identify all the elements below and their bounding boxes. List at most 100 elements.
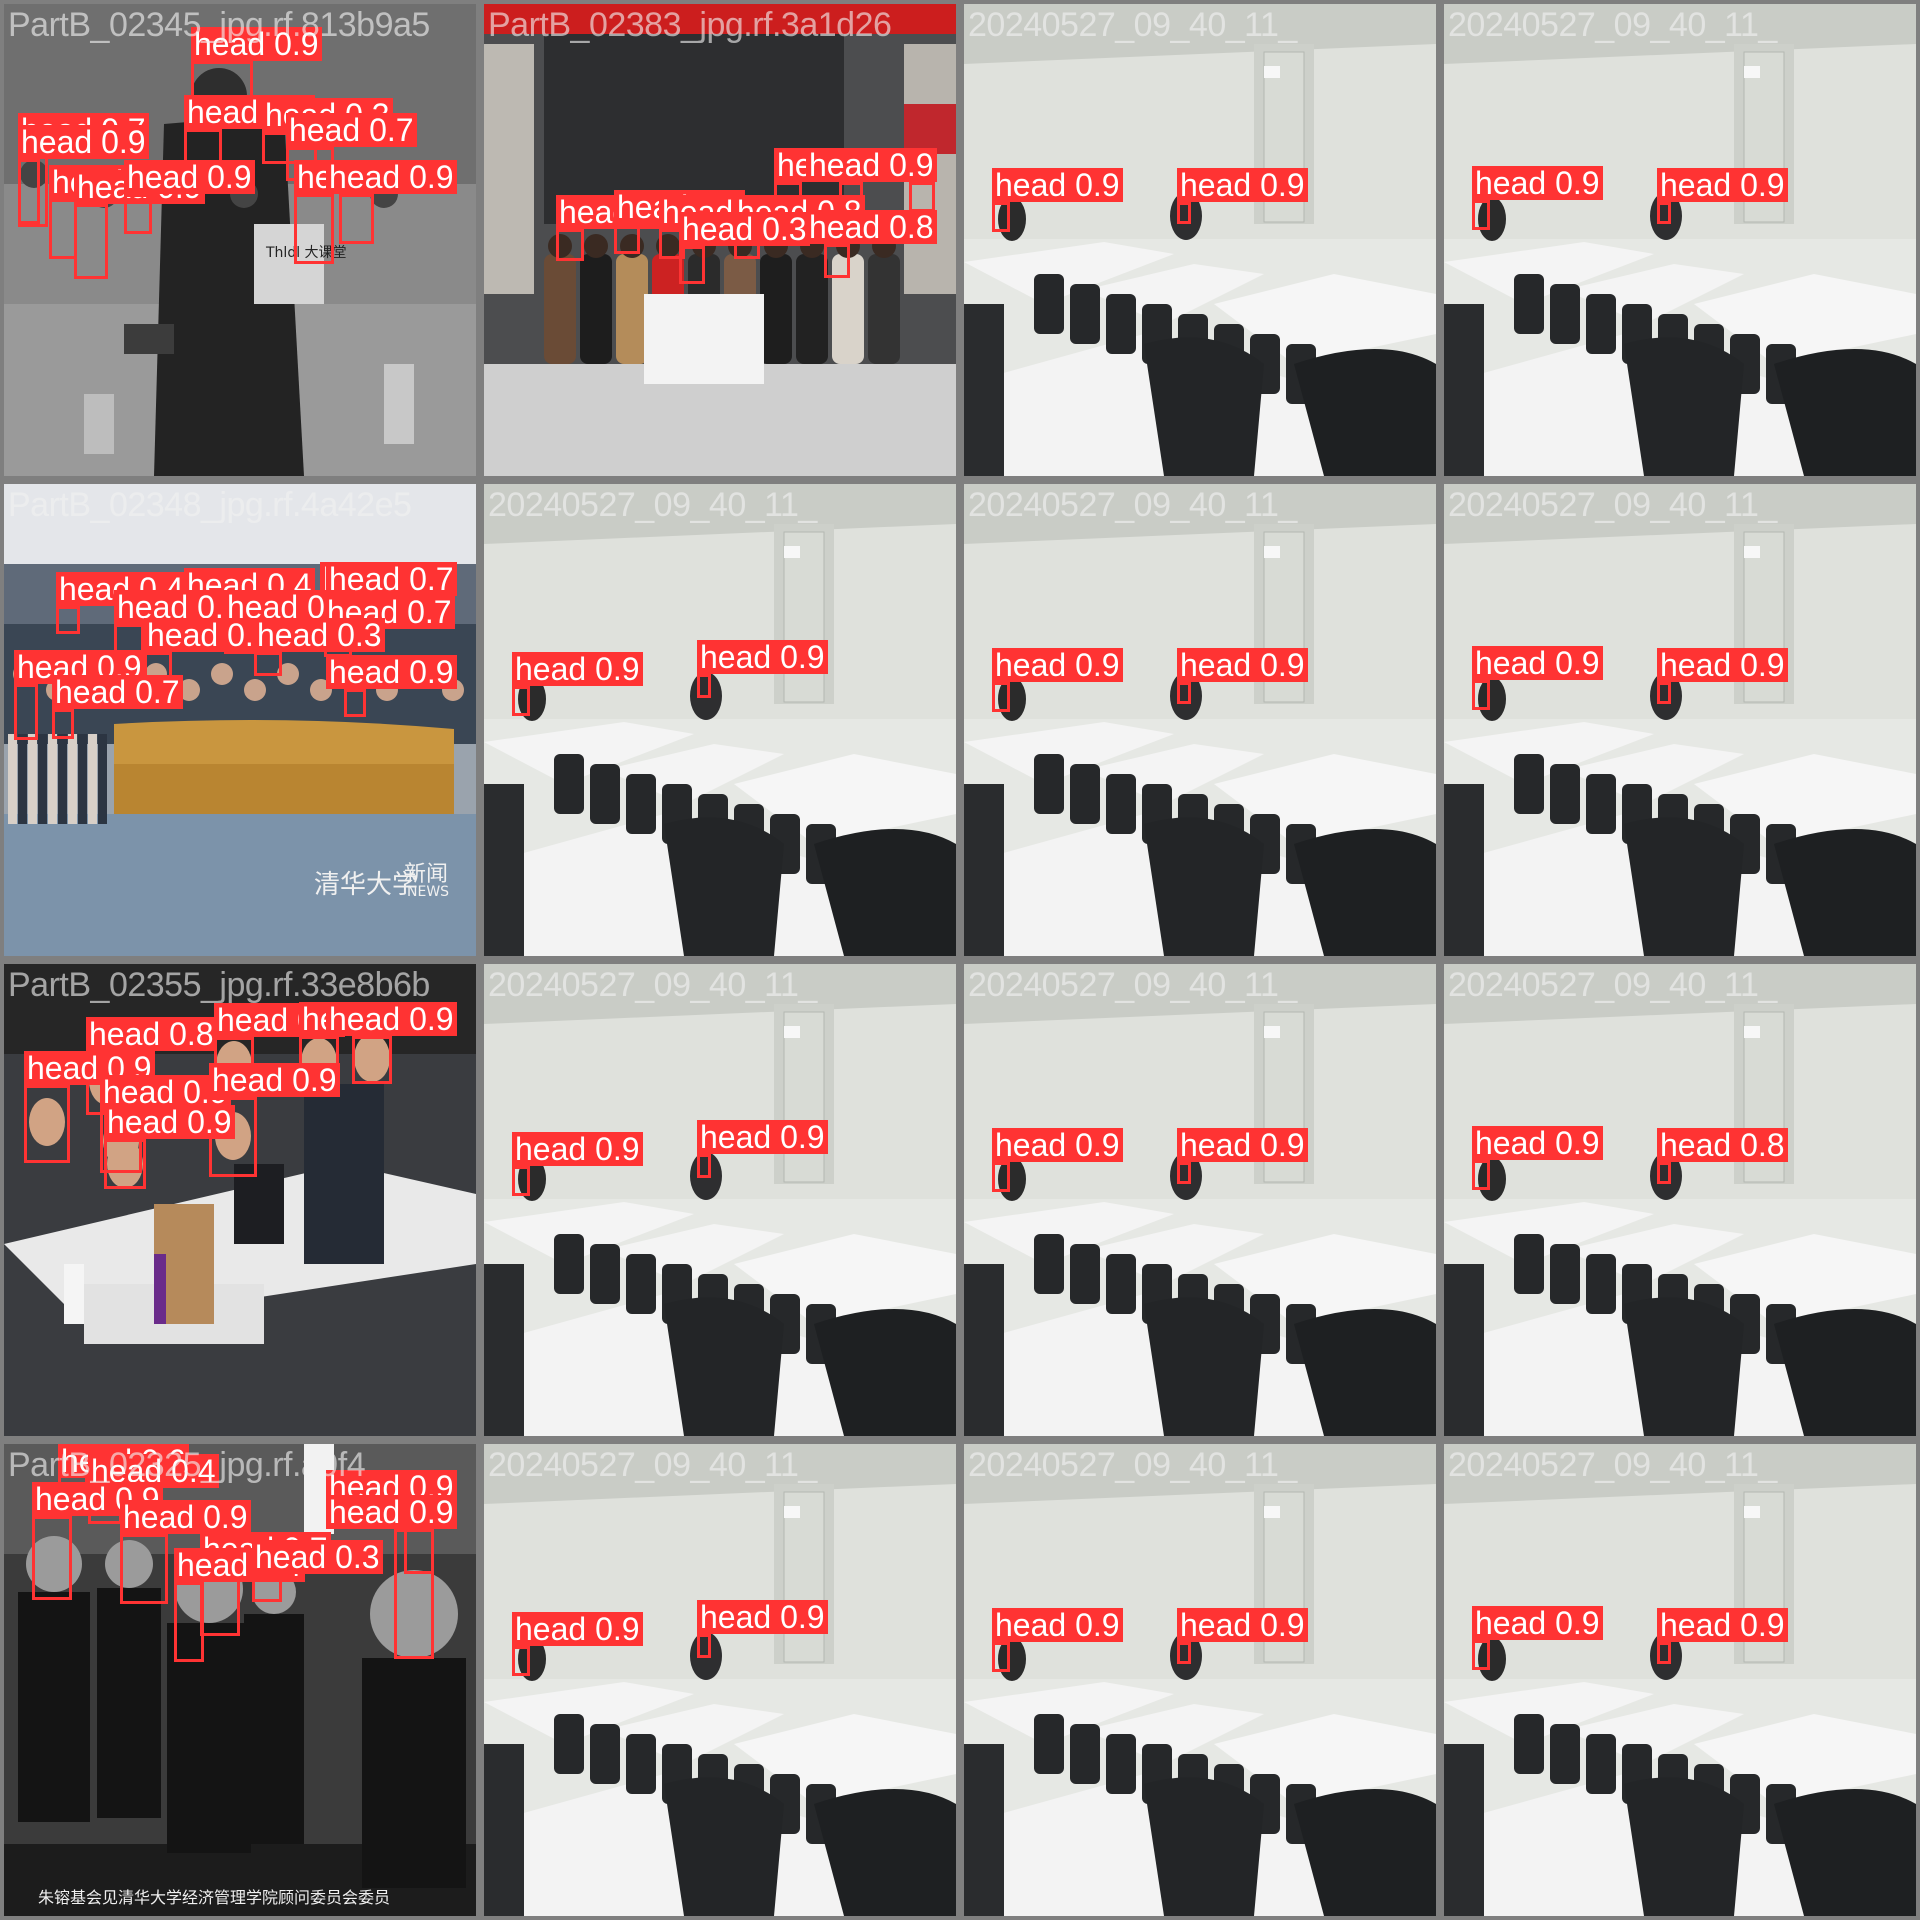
label-confidence: 0.3 (335, 1539, 380, 1575)
detection-box (992, 1162, 1010, 1192)
detection-label: head 0.3 (679, 212, 810, 246)
detection-box (1472, 1640, 1490, 1670)
detection-label: head 0.9 (1177, 648, 1308, 682)
detection-box (352, 1036, 392, 1084)
detection-box (1657, 1642, 1671, 1664)
label-confidence: 0.9 (595, 1131, 640, 1167)
detection-label: head 0.9 (124, 160, 255, 194)
label-class: head (700, 639, 772, 675)
detection-box (1177, 1642, 1191, 1664)
label-class: head (1475, 165, 1547, 201)
label-confidence: 0.9 (409, 654, 454, 690)
detection-label: head 0.3 (252, 1540, 383, 1574)
detection-box (909, 182, 935, 212)
detection-label: head 0.9 (697, 1120, 828, 1154)
detection-box (120, 1534, 168, 1604)
image-tile: head 0.9 head 0.9 20240527_09_40_11_ (964, 1444, 1436, 1916)
label-confidence: 0.9 (409, 1494, 454, 1530)
label-class: head (123, 1499, 195, 1535)
detection-box (74, 204, 108, 279)
label-confidence: 0.9 (595, 1611, 640, 1647)
detection-label: head 0.9 (512, 1132, 643, 1166)
image-tile: head 0.9 head 0.9 20240527_09_40_11_ (484, 1444, 956, 1916)
label-class: head (289, 112, 361, 148)
detection-box (512, 686, 530, 716)
detection-box (512, 1166, 530, 1196)
detection-box (52, 709, 74, 739)
label-class: head (107, 1104, 179, 1140)
label-class: head (995, 167, 1067, 203)
detection-box (1657, 202, 1671, 224)
detection-label: head 0.9 (191, 27, 322, 61)
label-class: head (1660, 1607, 1732, 1643)
label-confidence: 0.9 (274, 26, 319, 62)
detection-box (14, 684, 38, 740)
scene-photo (964, 484, 1436, 956)
detection-label: head 0.9 (1472, 166, 1603, 200)
label-class: head (329, 159, 401, 195)
label-confidence: 0.9 (1740, 167, 1785, 203)
label-confidence: 0.7 (135, 674, 180, 710)
label-confidence: 0.9 (1260, 167, 1305, 203)
detection-label: head 0.9 (512, 1612, 643, 1646)
detection-box (174, 1582, 204, 1662)
label-confidence: 0.9 (1740, 647, 1785, 683)
label-class: head (329, 1001, 401, 1037)
detection-box (1177, 1162, 1191, 1184)
detection-box (1177, 202, 1191, 224)
label-class: head (217, 1002, 289, 1038)
image-tile: head 0.8head 0.8head 0.9head 0.7head 0.7… (484, 4, 956, 476)
detection-label: head 0.9 (1657, 648, 1788, 682)
detection-box (992, 1642, 1010, 1672)
detection-label: head 0.9 (209, 1063, 340, 1097)
label-confidence: 0.7 (369, 112, 414, 148)
scene-photo (1444, 4, 1916, 476)
detection-label: head 0.9 (18, 125, 149, 159)
detection-label: head 0.9 (1472, 1606, 1603, 1640)
detection-box (394, 1529, 434, 1659)
detection-box (1177, 682, 1191, 704)
label-confidence: 0.8 (1740, 1127, 1785, 1163)
label-confidence: 0.9 (1555, 165, 1600, 201)
detection-label: head 0.9 (1177, 1128, 1308, 1162)
image-tile: head 0.9 head 0.9 20240527_09_40_11_ (1444, 484, 1916, 956)
detection-label: head 0.9 (120, 1500, 251, 1534)
detection-label: head 0.9 (992, 1608, 1123, 1642)
detection-box (697, 1634, 711, 1658)
image-tile: head 0.9 head 0.9 20240527_09_40_11_ (1444, 4, 1916, 476)
scene-photo (484, 964, 956, 1436)
detection-box (697, 674, 711, 698)
label-confidence: 0.9 (1555, 645, 1600, 681)
detection-label: head 0.3 (254, 618, 385, 652)
label-class: head (682, 211, 754, 247)
label-class: head (809, 209, 881, 245)
label-class: head (212, 1062, 284, 1098)
detection-box (32, 1516, 72, 1600)
image-tile: Thldl 大课堂head 0.9head 0.7head 0.7head 0.… (4, 4, 476, 476)
label-class: head (147, 617, 219, 653)
detection-box (344, 689, 366, 717)
label-confidence: 0.9 (1075, 647, 1120, 683)
label-class: head (1180, 1607, 1252, 1643)
detection-label: head 0.9 (1657, 168, 1788, 202)
label-class: head (1475, 1125, 1547, 1161)
label-confidence: 0.9 (409, 159, 454, 195)
image-tile: head 0.9 head 0.9 20240527_09_40_11_ (964, 964, 1436, 1436)
detection-box (992, 202, 1010, 232)
detection-label: head 0.9 (1657, 1608, 1788, 1642)
detection-label: head 0.9 (326, 655, 457, 689)
image-tile: 朱镕基会见清华大学经济管理学院顾问委员会委员head 0.6head 0.4he… (4, 1444, 476, 1916)
detection-label: head 0.9 (1472, 646, 1603, 680)
detection-box (697, 1154, 711, 1178)
detection-label: head 0.9 (992, 168, 1123, 202)
detection-box (24, 1085, 70, 1163)
label-confidence: 0.3 (762, 211, 807, 247)
detection-box (18, 159, 40, 224)
detection-label: head 0.9 (1177, 1608, 1308, 1642)
label-class: head (21, 124, 93, 160)
scene-photo (1444, 484, 1916, 956)
label-confidence: 0.3 (337, 617, 382, 653)
label-confidence: 0.4 (171, 1453, 216, 1489)
label-class: head (700, 1119, 772, 1155)
detection-box (56, 606, 80, 634)
